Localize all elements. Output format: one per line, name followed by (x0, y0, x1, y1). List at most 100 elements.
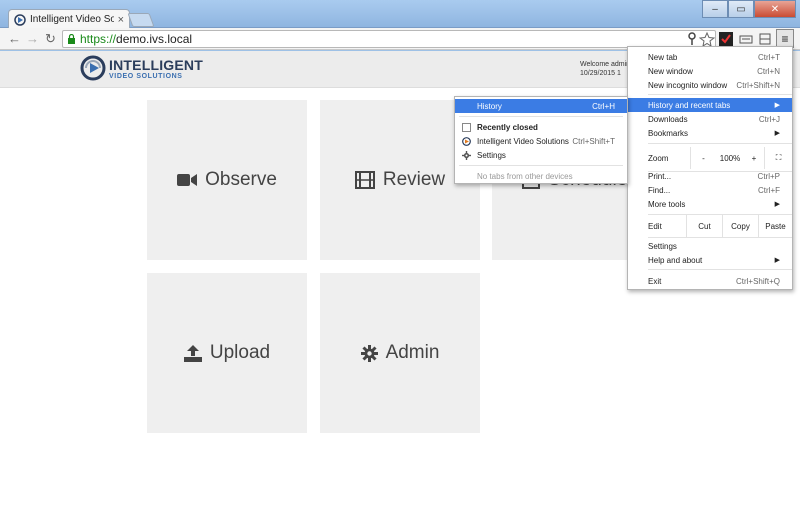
key-icon[interactable] (684, 31, 700, 47)
menu-item-label: New tab (648, 52, 678, 62)
tile-admin[interactable]: Admin (320, 273, 480, 433)
menu-item-label: Find... (648, 185, 671, 195)
bookmark-star-icon[interactable] (699, 31, 715, 47)
title-bar: Intelligent Video Solutions × – ▭ ✕ (0, 0, 800, 29)
logo-text-sub: VIDEO SOLUTIONS (109, 72, 183, 80)
submenu-item-label: Intelligent Video Solutions (477, 136, 569, 146)
ivs-logo-icon (80, 55, 106, 81)
menu-item-shortcut: Ctrl+Shift+N (736, 80, 780, 90)
menu-item-label: Help and about (648, 255, 703, 265)
reload-button[interactable]: ↻ (45, 31, 56, 47)
welcome-date: 10/29/2015 1 (580, 70, 621, 77)
tab-close-icon[interactable]: × (118, 14, 124, 26)
submenu-arrow-icon: ▶ (774, 102, 780, 109)
menu-item-label: New incognito window (648, 80, 728, 90)
close-window-button[interactable]: ✕ (754, 0, 796, 18)
ivs-favicon-icon (462, 137, 471, 146)
menu-item-help[interactable]: Help and about ▶ (628, 253, 792, 267)
welcome-text: Welcome admin 10/29/2015 1 (580, 60, 630, 78)
menu-item-more-tools[interactable]: More tools ▶ (628, 197, 792, 211)
submenu-note: No tabs from other devices (477, 171, 573, 181)
menu-separator (648, 237, 792, 238)
menu-item-label: Settings (648, 241, 677, 251)
tile-observe[interactable]: Observe (147, 100, 307, 260)
submenu-item-shortcut: Ctrl+H (592, 101, 615, 111)
maximize-button[interactable]: ▭ (728, 0, 754, 18)
menu-separator (648, 269, 792, 270)
url-host: demo.ivs.local (116, 32, 193, 46)
logo-text-main: INTELLIGENT (109, 56, 203, 73)
tile-label-admin: Admin (385, 342, 440, 363)
welcome-user: Welcome admin (580, 61, 631, 68)
menu-item-find[interactable]: Find... Ctrl+F (628, 183, 792, 197)
menu-item-bookmarks[interactable]: Bookmarks ▶ (628, 126, 792, 140)
submenu-no-tabs: No tabs from other devices (455, 169, 627, 183)
menu-separator (648, 143, 792, 144)
menu-item-shortcut: Ctrl+Shift+Q (735, 276, 780, 286)
address-bar[interactable]: https://demo.ivs.local (62, 30, 716, 48)
forward-button[interactable]: → (26, 31, 39, 46)
window-controls: – ▭ ✕ (702, 0, 796, 18)
blank-page-icon (462, 123, 471, 132)
chrome-menu: New tab Ctrl+T New window Ctrl+N New inc… (627, 46, 793, 290)
submenu-item-history[interactable]: History Ctrl+H (455, 99, 627, 113)
menu-item-label: Bookmarks (648, 128, 689, 138)
menu-item-label: Downloads (648, 114, 688, 124)
tile-label-upload: Upload (209, 342, 271, 363)
menu-item-shortcut: Ctrl+N (757, 66, 780, 76)
tile-upload[interactable]: Upload (147, 273, 307, 433)
menu-item-exit[interactable]: Exit Ctrl+Shift+Q (628, 274, 792, 288)
menu-item-new-tab[interactable]: New tab Ctrl+T (628, 50, 792, 64)
submenu-arrow-icon: ▶ (774, 201, 780, 208)
zoom-in-button[interactable]: + (744, 147, 764, 169)
menu-separator (459, 116, 623, 117)
extension-tools-icon[interactable] (757, 31, 773, 47)
gear-icon (462, 151, 471, 160)
extension-icon[interactable] (718, 31, 734, 47)
submenu-arrow-icon: ▶ (774, 130, 780, 137)
paste-button[interactable]: Paste (758, 215, 792, 237)
zoom-out-button[interactable]: - (690, 147, 716, 169)
menu-item-new-window[interactable]: New window Ctrl+N (628, 64, 792, 78)
submenu-arrow-icon: ▶ (774, 257, 780, 264)
menu-item-new-incognito[interactable]: New incognito window Ctrl+Shift+N (628, 78, 792, 92)
menu-item-settings[interactable]: Settings (628, 239, 792, 253)
submenu-item-shortcut: Ctrl+Shift+T (572, 136, 615, 146)
tab-title: Intelligent Video Solutions (30, 14, 114, 25)
menu-separator (648, 94, 792, 95)
minimize-button[interactable]: – (702, 0, 728, 18)
menu-item-label: More tools (648, 199, 686, 209)
menu-item-downloads[interactable]: Downloads Ctrl+J (628, 112, 792, 126)
menu-item-print[interactable]: Print... Ctrl+P (628, 169, 792, 183)
ivs-favicon-icon (14, 13, 26, 26)
gear-icon (360, 344, 378, 362)
menu-item-label: Print... (648, 171, 672, 181)
copy-button[interactable]: Copy (722, 215, 758, 237)
submenu-item-closed-tab[interactable]: Intelligent Video Solutions Ctrl+Shift+T (455, 134, 627, 148)
submenu-item-settings[interactable]: Settings (455, 148, 627, 162)
menu-separator (459, 165, 623, 166)
tile-label-observe: Observe (205, 169, 277, 190)
menu-item-history-recent[interactable]: History and recent tabs ▶ (628, 98, 792, 112)
submenu-item-label: Settings (477, 150, 506, 160)
url-scheme: https:// (80, 32, 117, 46)
tile-label-review: Review (382, 169, 446, 190)
menu-item-label: Zoom (648, 153, 669, 163)
submenu-item-label: History (477, 101, 502, 111)
menu-item-shortcut: Ctrl+F (758, 185, 780, 195)
submenu-recently-closed: Recently closed (455, 120, 627, 134)
zoom-level: 100% (719, 153, 741, 163)
upload-icon (183, 344, 202, 362)
browser-tab[interactable]: Intelligent Video Solutions × (8, 9, 130, 29)
new-tab-button[interactable] (127, 13, 155, 27)
back-button[interactable]: ← (8, 31, 21, 46)
menu-item-shortcut: Ctrl+J (758, 114, 780, 124)
history-submenu: History Ctrl+H Recently closed Intellige… (454, 96, 628, 184)
keyboard-icon[interactable] (738, 31, 754, 47)
fullscreen-icon[interactable]: ⛶ (764, 147, 792, 169)
cut-button[interactable]: Cut (686, 215, 722, 237)
menu-item-label: Exit (648, 276, 662, 286)
ivs-logo[interactable]: INTELLIGENT VIDEO SOLUTIONS (80, 55, 203, 81)
menu-item-label: History and recent tabs (648, 100, 731, 110)
menu-item-shortcut: Ctrl+T (758, 52, 780, 62)
